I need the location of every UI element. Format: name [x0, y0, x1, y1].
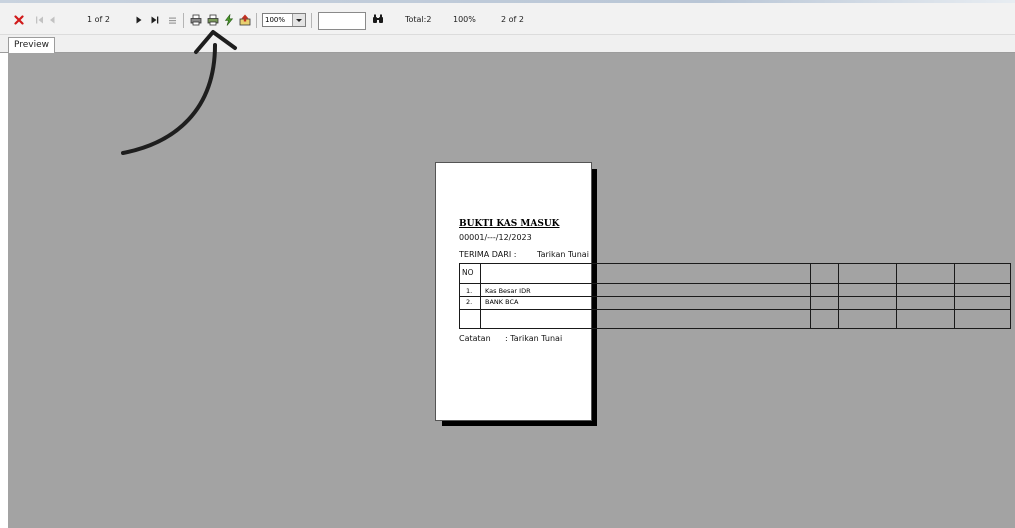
annotation-arrow-icon	[121, 30, 237, 155]
